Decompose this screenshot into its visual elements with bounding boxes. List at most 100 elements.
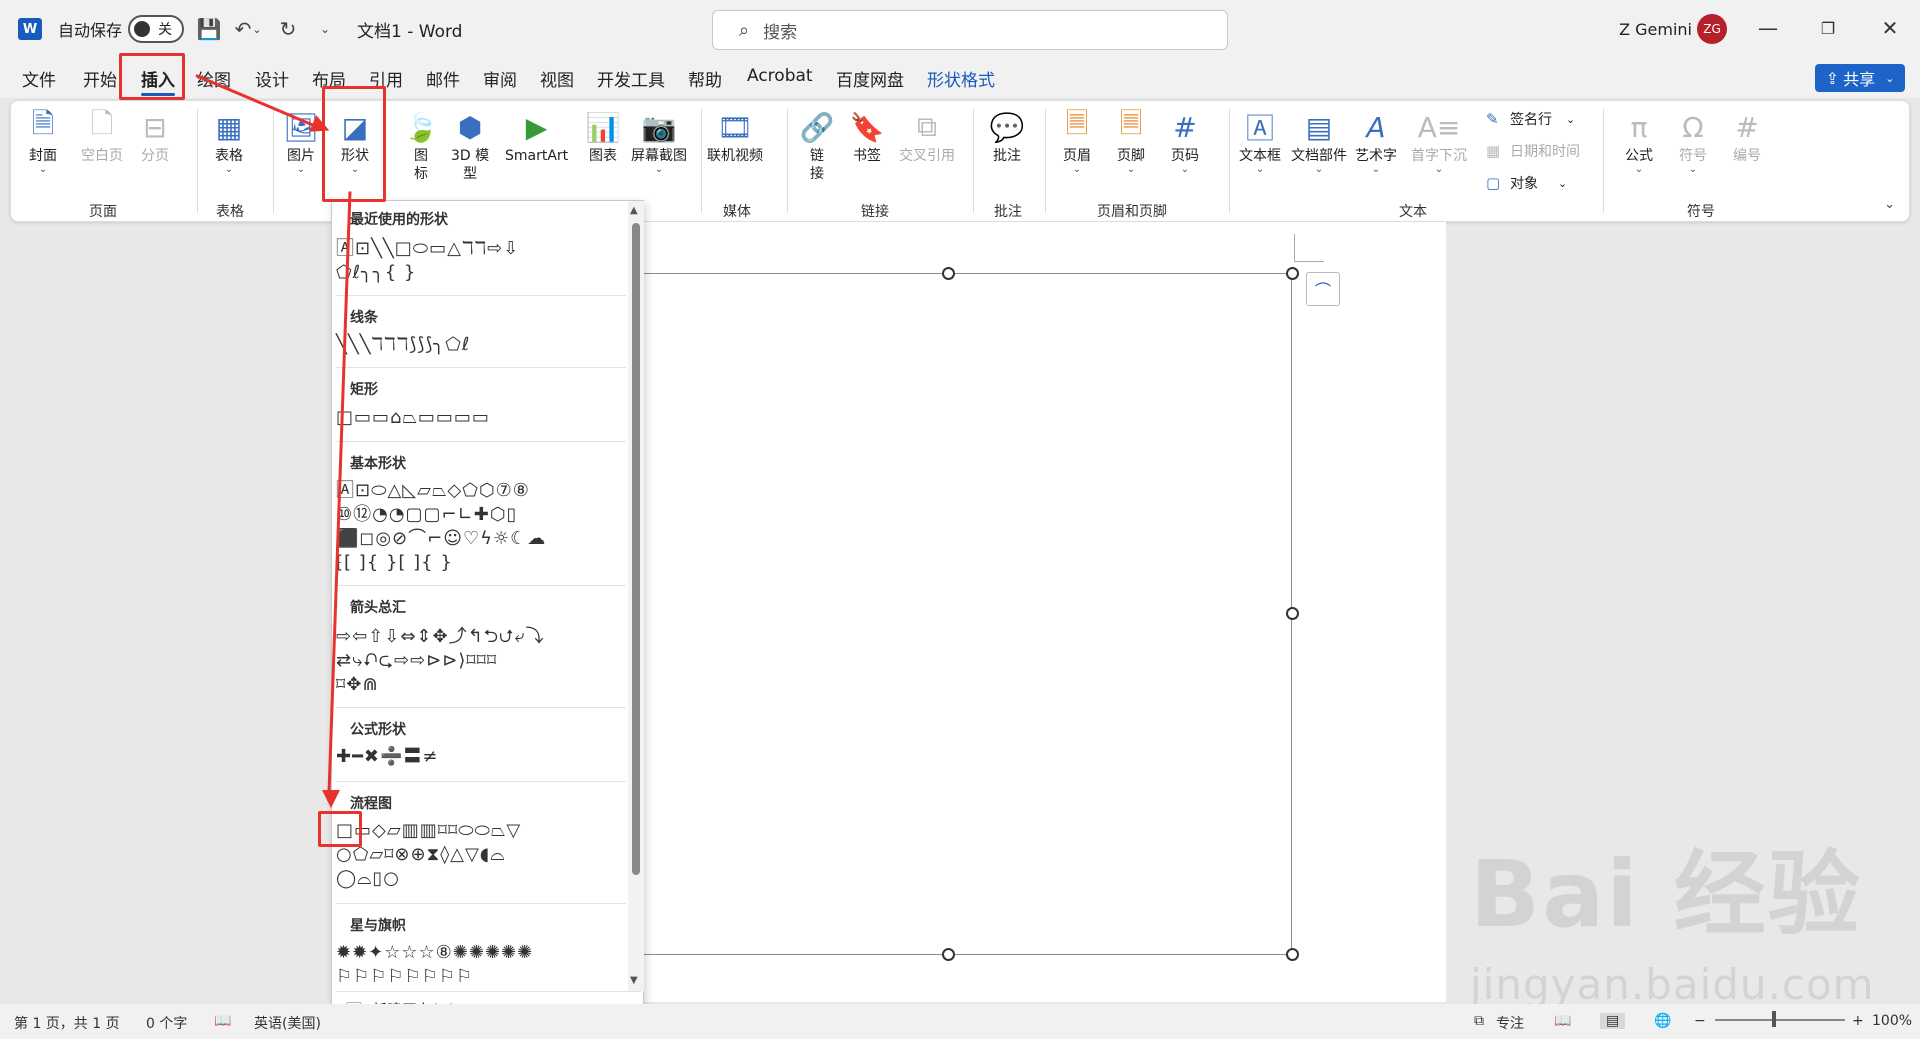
avatar[interactable]: ZG	[1697, 14, 1727, 44]
page-break-icon: ⊟	[143, 110, 167, 144]
word-count[interactable]: 0 个字	[146, 1013, 187, 1033]
table-button[interactable]: ▦ 表格 ⌄	[211, 107, 247, 175]
number-button[interactable]: # 编号	[1729, 107, 1765, 165]
proofing-icon[interactable]: 📖	[214, 1013, 231, 1029]
undo-dropdown-icon[interactable]: ⌄	[250, 14, 264, 44]
quick-parts-button[interactable]: ▤ 文档部件 ⌄	[1291, 107, 1347, 175]
date-time-button[interactable]: ▦ 日期和时间	[1486, 141, 1580, 161]
scroll-up-icon[interactable]: ▲	[630, 205, 638, 216]
tab-baidu-netdisk[interactable]: 百度网盘	[836, 66, 904, 92]
zoom-out-icon[interactable]: −	[1694, 1013, 1706, 1029]
zoom-slider-thumb[interactable]	[1772, 1011, 1776, 1027]
symbol-button[interactable]: Ω 符号 ⌄	[1675, 107, 1711, 175]
page-break-button[interactable]: ⊟ 分页	[137, 107, 173, 165]
shape-row[interactable]: ╲╲╲ℸℸℸ⟆⟆⟆╮⬠ℓ	[336, 333, 470, 357]
smartart-button[interactable]: ▶ SmartArt	[505, 107, 568, 165]
drawing-canvas[interactable]	[570, 273, 1292, 955]
bookmark-button[interactable]: 🔖 书签	[849, 107, 885, 165]
shape-row[interactable]: 🄰⊡╲╲□⬭▭△ℸℸ⇨⇩	[336, 237, 519, 261]
screenshot-icon: 📷	[641, 110, 677, 144]
tab-review[interactable]: 审阅	[483, 66, 517, 92]
divider	[336, 707, 626, 708]
shape-row[interactable]: □▭▭⌂⏢▭▭▭▭	[336, 406, 490, 430]
shape-row[interactable]: ⌑✥⋒	[336, 673, 378, 697]
shape-row[interactable]: ✚━✖➗〓≠	[336, 745, 439, 769]
shapes-gallery: 最近使用的形状 🄰⊡╲╲□⬭▭△ℸℸ⇨⇩ ⬠ℓ╮╮{ } 线条 ╲╲╲ℸℸℸ⟆⟆…	[331, 200, 644, 1026]
tab-developer[interactable]: 开发工具	[597, 66, 665, 92]
tab-file[interactable]: 文件	[22, 66, 56, 92]
link-button[interactable]: 🔗 链 接	[799, 107, 835, 183]
resize-handle-bottom[interactable]	[942, 948, 955, 961]
object-button[interactable]: ▢ 对象 ⌄	[1486, 173, 1567, 193]
header-button[interactable]: 🗏 页眉 ⌄	[1059, 107, 1095, 175]
signature-line-button[interactable]: ✎ 签名行 ⌄	[1486, 109, 1575, 129]
separator	[1603, 109, 1604, 213]
close-icon[interactable]: ✕	[1862, 8, 1918, 48]
page-count[interactable]: 第 1 页，共 1 页	[14, 1013, 120, 1033]
tab-design[interactable]: 设计	[255, 66, 289, 92]
focus-label[interactable]: 专注	[1496, 1013, 1524, 1033]
tab-help[interactable]: 帮助	[688, 66, 722, 92]
search-box[interactable]: ⌕ 搜索	[712, 10, 1228, 50]
shape-row[interactable]: ⇄⤷⮏⮎⇨⇨⊳⊳⟩⌑⌑⌑	[336, 649, 497, 673]
shape-row[interactable]: ⬛◻◎⊘⌒⌐☺♡ϟ☼☾☁	[336, 527, 546, 551]
tab-view[interactable]: 视图	[540, 66, 574, 92]
shape-row[interactable]: ⚐⚐⚐⚐⚐⚐⚐⚐	[336, 965, 473, 989]
shape-row[interactable]: ✹✹✦☆☆☆⑧✺✺✺✺✺	[336, 941, 533, 965]
shape-row[interactable]: ⁅[ ]{ }[ ]{ }	[336, 551, 453, 575]
wordart-button[interactable]: A 艺术字 ⌄	[1355, 107, 1397, 175]
minimize-icon[interactable]: —	[1740, 8, 1796, 48]
web-layout-icon[interactable]: 🌐	[1654, 1013, 1671, 1029]
resize-handle-bottom-right[interactable]	[1286, 948, 1299, 961]
shape-row[interactable]: ○⬠▱⌑⊗⊕⧗◊△▽◖⌓	[336, 843, 506, 867]
resize-handle-top[interactable]	[942, 267, 955, 280]
page-number-button[interactable]: # 页码 ⌄	[1167, 107, 1203, 175]
tab-acrobat[interactable]: Acrobat	[747, 66, 813, 92]
customize-qat-icon[interactable]: ⌄	[310, 14, 340, 44]
scroll-thumb[interactable]	[632, 223, 640, 875]
textbox-button[interactable]: 🄰 文本框 ⌄	[1239, 107, 1281, 175]
layout-options-icon[interactable]: ⌒	[1306, 272, 1340, 306]
blank-page-button[interactable]: 🗋 空白页	[81, 107, 123, 165]
screenshot-button[interactable]: 📷 屏幕截图 ⌄	[631, 107, 687, 175]
tab-mailings[interactable]: 邮件	[426, 66, 460, 92]
cross-reference-button[interactable]: ⧉ 交叉引用	[899, 107, 955, 165]
footer-button[interactable]: 🗏 页脚 ⌄	[1113, 107, 1149, 175]
picture-button[interactable]: 🖼 图片 ⌄	[283, 107, 319, 175]
group-symbols: 符号	[1687, 204, 1715, 220]
drop-cap-icon: A≡	[1417, 110, 1461, 144]
read-mode-icon[interactable]: 📖	[1554, 1013, 1571, 1029]
shape-row-flowchart[interactable]: □▭◇▱▥▥⌑⌑⬭⬭⏢▽	[336, 819, 521, 843]
restore-icon[interactable]: ❐	[1800, 8, 1856, 48]
resize-handle-right[interactable]	[1286, 607, 1299, 620]
tab-shape-format[interactable]: 形状格式	[927, 66, 995, 92]
drop-cap-button[interactable]: A≡ 首字下沉 ⌄	[1411, 107, 1467, 175]
redo-icon[interactable]: ↻	[273, 14, 303, 44]
autosave-toggle[interactable]: 关	[128, 15, 184, 43]
language[interactable]: 英语(美国)	[254, 1013, 321, 1033]
online-video-button[interactable]: 🎞 联机视频	[707, 107, 763, 165]
shape-row[interactable]: ⑩⑫◔◔▢▢⌐∟✚⬡▯	[336, 503, 517, 527]
cover-page-button[interactable]: 🗎 封面 ⌄	[25, 107, 61, 175]
scroll-down-icon[interactable]: ▼	[630, 975, 638, 986]
share-button[interactable]: ⇪ 共享 ⌄	[1815, 64, 1905, 92]
icons-button[interactable]: 🍃 图 标	[403, 107, 439, 183]
shape-row[interactable]: ◯⌓▯○	[336, 867, 400, 891]
zoom-in-icon[interactable]: +	[1852, 1013, 1864, 1029]
zoom-slider[interactable]	[1715, 1019, 1845, 1021]
print-layout-icon[interactable]: ▤	[1600, 1013, 1626, 1029]
zoom-level[interactable]: 100%	[1872, 1013, 1912, 1029]
shape-row[interactable]: 🄰⊡⬭△◺▱⏢◇⬠⬡⑦⑧	[336, 479, 530, 503]
3d-models-button[interactable]: ⬢ 3D 模 型	[451, 107, 489, 183]
footer-icon: 🗏	[1119, 107, 1143, 140]
collapse-ribbon-icon[interactable]: ⌄	[1884, 197, 1895, 212]
chart-button[interactable]: 📊 图表	[585, 107, 621, 165]
equation-button[interactable]: π 公式 ⌄	[1621, 107, 1657, 175]
tab-home[interactable]: 开始	[83, 66, 117, 92]
shapes-scrollbar[interactable]: ▲ ▼	[628, 201, 644, 991]
shape-row[interactable]: ⇨⇦⇧⇩⇔⇕✥⤴↰⮌⮍⤶⤵	[336, 625, 545, 649]
resize-handle-top-right[interactable]	[1286, 267, 1299, 280]
save-icon[interactable]: 💾	[194, 14, 224, 44]
comment-button[interactable]: 💬 批注	[989, 107, 1025, 165]
focus-icon[interactable]: ⧉	[1474, 1013, 1484, 1029]
